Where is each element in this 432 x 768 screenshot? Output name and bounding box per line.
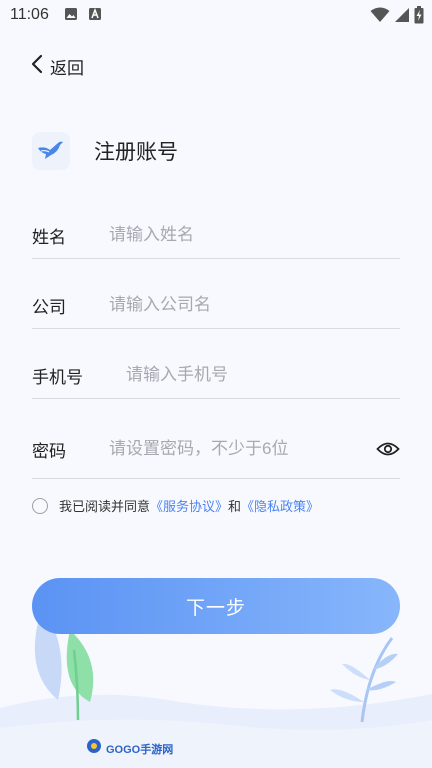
status-time: 11:06 bbox=[10, 6, 49, 23]
agreement-row: 我已阅读并同意 《服务协议》 和 《隐私政策》 bbox=[32, 496, 319, 515]
watermark-text: GOGO手游网 bbox=[106, 743, 174, 756]
page-header: 注册账号 bbox=[32, 132, 178, 170]
name-row: 姓名 bbox=[32, 212, 400, 259]
page-title: 注册账号 bbox=[94, 141, 178, 164]
watermark-logo-icon bbox=[86, 738, 104, 759]
signal-icon bbox=[394, 7, 410, 28]
watermark: GOGO手游网 bbox=[86, 738, 173, 759]
battery-icon bbox=[414, 6, 424, 29]
eye-icon[interactable] bbox=[376, 440, 400, 458]
agreement-prefix: 我已阅读并同意 bbox=[59, 499, 151, 514]
privacy-policy-link[interactable]: 《隐私政策》 bbox=[241, 496, 319, 515]
password-input[interactable] bbox=[109, 439, 359, 459]
text-icon bbox=[88, 7, 102, 26]
status-bar: 11:06 bbox=[0, 0, 432, 30]
status-right-icons bbox=[370, 6, 424, 29]
password-label: 密码 bbox=[32, 441, 66, 461]
phone-label: 手机号 bbox=[32, 367, 83, 387]
bird-logo-icon bbox=[32, 132, 70, 170]
image-icon bbox=[64, 7, 78, 26]
chevron-left-icon bbox=[30, 54, 44, 79]
phone-row: 手机号 bbox=[32, 352, 400, 399]
company-row: 公司 bbox=[32, 282, 400, 329]
back-label: 返回 bbox=[50, 59, 84, 78]
company-input[interactable] bbox=[109, 295, 389, 315]
company-label: 公司 bbox=[32, 297, 66, 317]
phone-input[interactable] bbox=[126, 365, 386, 385]
agreement-and: 和 bbox=[228, 499, 242, 514]
status-left-icons bbox=[64, 7, 102, 26]
name-label: 姓名 bbox=[32, 227, 66, 247]
service-agreement-link[interactable]: 《服务协议》 bbox=[150, 496, 228, 515]
wifi-icon bbox=[370, 7, 390, 28]
next-step-button[interactable]: 下一步 bbox=[32, 578, 400, 634]
back-button[interactable]: 返回 bbox=[30, 54, 84, 79]
agree-checkbox[interactable] bbox=[32, 497, 48, 514]
leaf-green bbox=[66, 630, 94, 702]
name-input[interactable] bbox=[109, 225, 389, 245]
password-row: 密码 bbox=[32, 420, 400, 479]
